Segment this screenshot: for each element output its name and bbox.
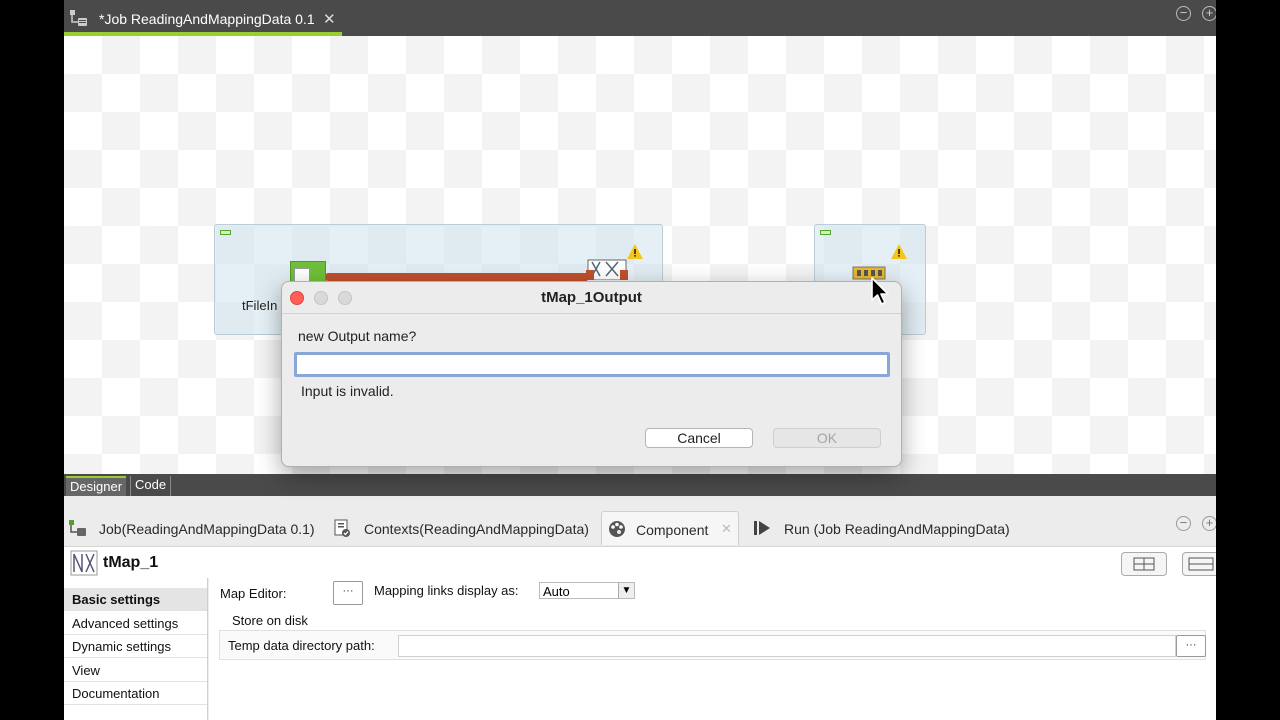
- tab-job[interactable]: Job(ReadingAndMappingData 0.1): [66, 511, 330, 545]
- contexts-icon: [332, 518, 352, 541]
- dialog-titlebar: tMap_1Output: [282, 282, 901, 314]
- layout-toggle-button[interactable]: [1121, 552, 1167, 576]
- designer-code-tabbar: Designer Code: [64, 474, 1216, 496]
- tab-designer[interactable]: Designer: [66, 476, 127, 496]
- editor-tab-bar: *Job ReadingAndMappingData 0.1 ✕ − +: [64, 0, 1216, 36]
- view-tab-bar: Job(ReadingAndMappingData 0.1) Contexts(…: [64, 496, 1216, 546]
- minimize-editor-button[interactable]: −: [1176, 6, 1191, 21]
- nav-dynamic-settings[interactable]: Dynamic settings: [64, 635, 207, 658]
- job-icon: [69, 8, 89, 31]
- tab-run-label: Run (Job ReadingAndMappingData): [784, 521, 1010, 537]
- tab-component-label: Component: [636, 522, 709, 538]
- map-editor-label: Map Editor:: [220, 586, 287, 601]
- talend-studio-window: *Job ReadingAndMappingData 0.1 ✕ − + tFi…: [64, 0, 1216, 720]
- component-header: tMap_1: [64, 546, 1216, 578]
- component-palette-icon: [607, 519, 627, 542]
- component-label: tFileIn: [242, 298, 278, 313]
- tab-contexts[interactable]: Contexts(ReadingAndMappingData): [330, 511, 598, 545]
- tmap-icon: [70, 550, 98, 581]
- temp-dir-input[interactable]: [398, 635, 1176, 657]
- job-tab-title: *Job ReadingAndMappingData 0.1: [99, 11, 315, 27]
- nav-basic-settings[interactable]: Basic settings: [64, 588, 207, 611]
- settings-nav: Basic settings Advanced settings Dynamic…: [64, 578, 208, 720]
- nav-advanced-settings[interactable]: Advanced settings: [64, 612, 207, 635]
- mapping-links-value: Auto: [543, 584, 570, 599]
- output-name-dialog: tMap_1Output new Output name? Input is i…: [281, 281, 902, 467]
- tab-job-label: Job(ReadingAndMappingData 0.1): [99, 521, 315, 537]
- mapping-links-label: Mapping links display as:: [374, 583, 519, 598]
- temp-dir-browse-button[interactable]: ···: [1176, 635, 1206, 657]
- close-icon[interactable]: ✕: [721, 521, 732, 537]
- subjob-collapse-marker[interactable]: [220, 230, 231, 235]
- cancel-button[interactable]: Cancel: [645, 428, 753, 448]
- temp-dir-label: Temp data directory path:: [228, 638, 375, 653]
- run-icon: [752, 518, 772, 541]
- chevron-down-icon: ▼: [618, 583, 634, 598]
- map-editor-button[interactable]: ···: [333, 581, 363, 605]
- maximize-editor-button[interactable]: +: [1202, 6, 1216, 21]
- nav-documentation[interactable]: Documentation: [64, 682, 207, 705]
- tmap-component-icon[interactable]: [586, 258, 628, 281]
- mapping-links-select[interactable]: Auto ▼: [539, 582, 635, 599]
- validation-message: Input is invalid.: [301, 383, 394, 399]
- temp-dir-row: Temp data directory path: ···: [219, 630, 1206, 660]
- store-on-disk-label: Store on disk: [232, 613, 308, 628]
- job-editor-tab[interactable]: *Job ReadingAndMappingData 0.1 ✕: [64, 0, 342, 36]
- close-icon[interactable]: ✕: [323, 10, 336, 28]
- dialog-prompt: new Output name?: [298, 328, 417, 344]
- job-icon: [68, 518, 88, 541]
- tab-component[interactable]: Component ✕: [601, 511, 739, 545]
- nav-view[interactable]: View: [64, 659, 207, 682]
- warning-icon: [891, 244, 907, 259]
- layout-rows-button[interactable]: [1182, 552, 1216, 576]
- subjob-collapse-marker[interactable]: [820, 230, 831, 235]
- basic-settings-panel: Map Editor: ··· Mapping links display as…: [209, 578, 1216, 720]
- cursor-arrow: [870, 276, 892, 313]
- component-title: tMap_1: [103, 554, 159, 571]
- ok-button[interactable]: OK: [773, 428, 881, 448]
- warning-icon: [627, 244, 643, 259]
- output-name-input[interactable]: [294, 352, 890, 377]
- tab-run[interactable]: Run (Job ReadingAndMappingData): [750, 511, 1020, 545]
- minimize-view-button[interactable]: −: [1176, 516, 1191, 531]
- tab-contexts-label: Contexts(ReadingAndMappingData): [364, 521, 589, 537]
- row-connection-line[interactable]: [326, 273, 588, 281]
- tab-code[interactable]: Code: [130, 476, 172, 496]
- maximize-view-button[interactable]: +: [1202, 516, 1216, 531]
- dialog-title: tMap_1Output: [541, 289, 642, 306]
